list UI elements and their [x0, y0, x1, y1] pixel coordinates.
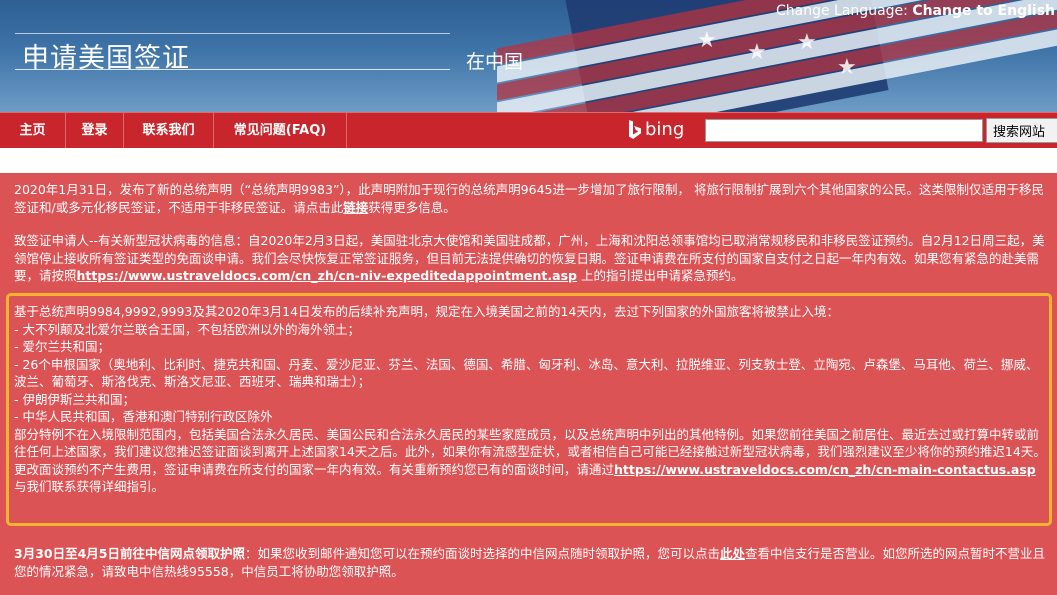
- header-banner: ★ ★ ★ ★ Change Language: Change to Engli…: [0, 0, 1057, 112]
- travel-ban-notice: 基于总统声明9984,9992,9993及其2020年3月14日发布的后续补充声…: [14, 303, 1048, 496]
- travel-ban-line: - 中华人民共和国，香港和澳门特别行政区除外: [14, 409, 273, 424]
- expedited-appointment-link[interactable]: https://www.ustraveldocs.com/cn_zh/cn-ni…: [77, 268, 577, 283]
- travel-ban-line: - 伊朗伊斯兰共和国；: [14, 391, 135, 407]
- nav-bar: 主页 登录 联系我们 常见问题(FAQ) bing 搜索网站: [0, 112, 1057, 149]
- nav-contact[interactable]: 联系我们: [124, 113, 214, 148]
- nav-faq[interactable]: 常见问题(FAQ): [214, 113, 347, 148]
- travel-ban-line: 基于总统声明9984,9992,9993及其2020年3月14日发布的后续补充声…: [14, 304, 839, 319]
- travel-ban-line: - 大不列颠及北爱尔兰联合王国，不包括欧洲以外的海外领土；: [14, 321, 360, 337]
- country-label: 在中国: [466, 51, 524, 73]
- more-info-link[interactable]: 链接: [343, 200, 368, 215]
- change-language-link[interactable]: Change to English: [912, 3, 1055, 19]
- passport-pickup-notice: 3月30日至4月5日前往中信网点领取护照：如果您收到邮件通知您可以在预约面谈时选…: [14, 546, 1046, 579]
- nav-home[interactable]: 主页: [0, 113, 66, 148]
- change-language: Change Language: Change to English: [776, 3, 1055, 19]
- passport-pickup-heading: 3月30日至4月5日前往中信网点领取护照: [14, 546, 245, 561]
- travel-ban-line: - 26个申根国家（奥地利、比利时、捷克共和国、丹麦、爱沙尼亚、芬兰、法国、德国…: [14, 356, 1039, 390]
- contact-us-link[interactable]: https://www.ustraveldocs.com/cn_zh/cn-ma…: [614, 462, 1036, 477]
- main-content: 2020年1月31日，发布了新的总统声明（“总统声明9983”），此声明附加于现…: [0, 173, 1057, 595]
- bing-logo: bing: [628, 117, 684, 143]
- travel-ban-exceptions: 部分特例不在入境限制范围内，包括美国合法永久居民、美国公民和合法永久居民的某些家…: [14, 426, 1046, 495]
- travel-ban-line: - 爱尔兰共和国；: [14, 339, 110, 354]
- title-divider-top: [15, 33, 450, 34]
- citic-branch-link[interactable]: 此处: [720, 546, 745, 561]
- notice-paragraph-1: 2020年1月31日，发布了新的总统声明（“总统声明9983”），此声明附加于现…: [14, 182, 1044, 215]
- notice-paragraph-2: 致签证申请人--有关新型冠状病毒的信息：自2020年2月3日起，美国驻北京大使馆…: [14, 233, 1045, 283]
- white-gap: [0, 148, 1057, 173]
- bing-wordmark: bing: [645, 119, 685, 140]
- title-divider: [15, 69, 450, 70]
- search-input[interactable]: [705, 119, 983, 142]
- search-button[interactable]: 搜索网站: [986, 118, 1057, 143]
- bing-icon: [629, 120, 641, 139]
- language-label: Change Language:: [776, 3, 913, 19]
- nav-login[interactable]: 登录: [66, 113, 124, 148]
